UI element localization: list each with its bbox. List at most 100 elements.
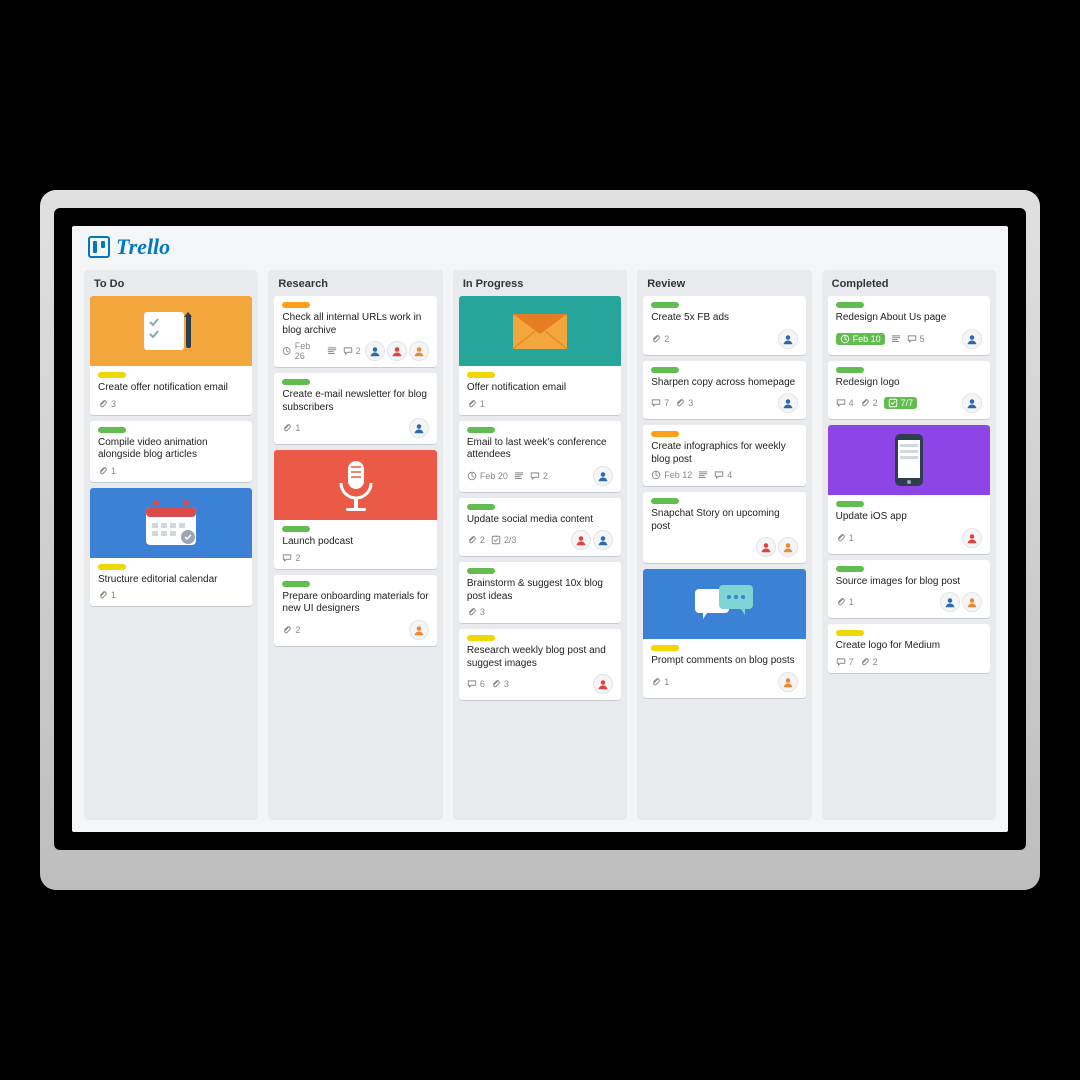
attachments-badge[interactable]: 3: [98, 399, 116, 409]
card-labels[interactable]: [651, 302, 797, 308]
kanban-card[interactable]: Create 5x FB ads2: [643, 296, 805, 355]
attachments-badge[interactable]: 3: [491, 679, 509, 689]
due-date-complete-badge[interactable]: Feb 10: [836, 333, 885, 345]
member-avatar[interactable]: [778, 329, 798, 349]
kanban-card[interactable]: Redesign logo427/7: [828, 361, 990, 420]
attachments-badge[interactable]: 2: [651, 334, 669, 344]
due-date-badge[interactable]: Feb 12: [651, 470, 692, 480]
due-date-badge[interactable]: Feb 20: [467, 471, 508, 481]
label-green[interactable]: [651, 498, 679, 504]
comments-badge[interactable]: 2: [282, 553, 300, 563]
kanban-card[interactable]: Research weekly blog post and suggest im…: [459, 629, 621, 700]
attachments-badge[interactable]: 1: [836, 597, 854, 607]
member-avatar[interactable]: [962, 329, 982, 349]
attachments-badge[interactable]: 1: [651, 677, 669, 687]
comments-badge[interactable]: 7: [651, 398, 669, 408]
label-green[interactable]: [651, 302, 679, 308]
member-avatar[interactable]: [940, 592, 960, 612]
card-labels[interactable]: [98, 372, 244, 378]
card-labels[interactable]: [651, 645, 797, 651]
label-green[interactable]: [836, 566, 864, 572]
card-labels[interactable]: [282, 379, 428, 385]
member-avatar[interactable]: [962, 592, 982, 612]
member-avatar[interactable]: [778, 537, 798, 557]
label-orange[interactable]: [651, 431, 679, 437]
card-labels[interactable]: [836, 566, 982, 572]
list-column[interactable]: To Do Create offer notification email3Com…: [84, 270, 258, 820]
label-yellow[interactable]: [651, 645, 679, 651]
kanban-card[interactable]: Create offer notification email3: [90, 296, 252, 415]
card-labels[interactable]: [467, 568, 613, 574]
label-yellow[interactable]: [467, 635, 495, 641]
card-labels[interactable]: [651, 498, 797, 504]
attachments-badge[interactable]: 1: [836, 533, 854, 543]
due-date-badge[interactable]: Feb 26: [282, 341, 320, 361]
attachments-badge[interactable]: 2: [860, 657, 878, 667]
list-title[interactable]: In Progress: [459, 276, 621, 290]
list-column[interactable]: Research Check all internal URLs work in …: [268, 270, 442, 820]
kanban-card[interactable]: Update social media content22/3: [459, 498, 621, 557]
label-green[interactable]: [651, 367, 679, 373]
member-avatar[interactable]: [409, 418, 429, 438]
comments-badge[interactable]: 7: [836, 657, 854, 667]
attachments-badge[interactable]: 1: [98, 466, 116, 476]
attachments-badge[interactable]: 3: [467, 607, 485, 617]
card-labels[interactable]: [98, 427, 244, 433]
member-avatar[interactable]: [365, 341, 385, 361]
kanban-card[interactable]: Source images for blog post1: [828, 560, 990, 619]
attachments-badge[interactable]: 1: [467, 399, 485, 409]
member-avatar[interactable]: [962, 393, 982, 413]
kanban-card[interactable]: Redesign About Us pageFeb 105: [828, 296, 990, 355]
label-green[interactable]: [282, 581, 310, 587]
label-yellow[interactable]: [98, 372, 126, 378]
comments-badge[interactable]: 4: [836, 398, 854, 408]
label-green[interactable]: [98, 427, 126, 433]
label-green[interactable]: [836, 501, 864, 507]
member-avatar[interactable]: [409, 620, 429, 640]
list-title[interactable]: To Do: [90, 276, 252, 290]
kanban-card[interactable]: Check all internal URLs work in blog arc…: [274, 296, 436, 367]
list-column[interactable]: In ProgressOffer notification email1Emai…: [453, 270, 627, 820]
card-labels[interactable]: [836, 302, 982, 308]
attachments-badge[interactable]: 2: [467, 535, 485, 545]
kanban-card[interactable]: Create infographics for weekly blog post…: [643, 425, 805, 486]
card-labels[interactable]: [651, 367, 797, 373]
member-avatar[interactable]: [593, 530, 613, 550]
checklist-badge[interactable]: 2/3: [491, 535, 517, 545]
kanban-card[interactable]: Structure editorial calendar1: [90, 488, 252, 607]
checklist-complete-badge[interactable]: 7/7: [884, 397, 918, 409]
member-avatar[interactable]: [756, 537, 776, 557]
kanban-card[interactable]: Prompt comments on blog posts1: [643, 569, 805, 698]
card-labels[interactable]: [836, 630, 982, 636]
list-title[interactable]: Review: [643, 276, 805, 290]
member-avatar[interactable]: [409, 341, 429, 361]
label-yellow[interactable]: [836, 630, 864, 636]
card-labels[interactable]: [467, 635, 613, 641]
card-labels[interactable]: [467, 504, 613, 510]
comments-badge[interactable]: 2: [343, 346, 361, 356]
comments-badge[interactable]: 2: [530, 471, 548, 481]
member-avatar[interactable]: [593, 466, 613, 486]
card-labels[interactable]: [467, 372, 613, 378]
card-labels[interactable]: [651, 431, 797, 437]
kanban-card[interactable]: Update iOS app1: [828, 425, 990, 554]
card-labels[interactable]: [836, 501, 982, 507]
attachments-badge[interactable]: 2: [282, 625, 300, 635]
label-yellow[interactable]: [98, 564, 126, 570]
kanban-card[interactable]: Sharpen copy across homepage73: [643, 361, 805, 420]
comments-badge[interactable]: 6: [467, 679, 485, 689]
label-green[interactable]: [836, 367, 864, 373]
kanban-card[interactable]: Compile video animation alongside blog a…: [90, 421, 252, 482]
member-avatar[interactable]: [778, 672, 798, 692]
attachments-badge[interactable]: 1: [282, 423, 300, 433]
comments-badge[interactable]: 4: [714, 470, 732, 480]
kanban-card[interactable]: Prepare onboarding materials for new UI …: [274, 575, 436, 646]
label-green[interactable]: [467, 568, 495, 574]
kanban-card[interactable]: Snapchat Story on upcoming post: [643, 492, 805, 563]
attachments-badge[interactable]: 1: [98, 590, 116, 600]
label-orange[interactable]: [282, 302, 310, 308]
kanban-card[interactable]: Offer notification email1: [459, 296, 621, 415]
label-green[interactable]: [836, 302, 864, 308]
list-title[interactable]: Completed: [828, 276, 990, 290]
list-title[interactable]: Research: [274, 276, 436, 290]
